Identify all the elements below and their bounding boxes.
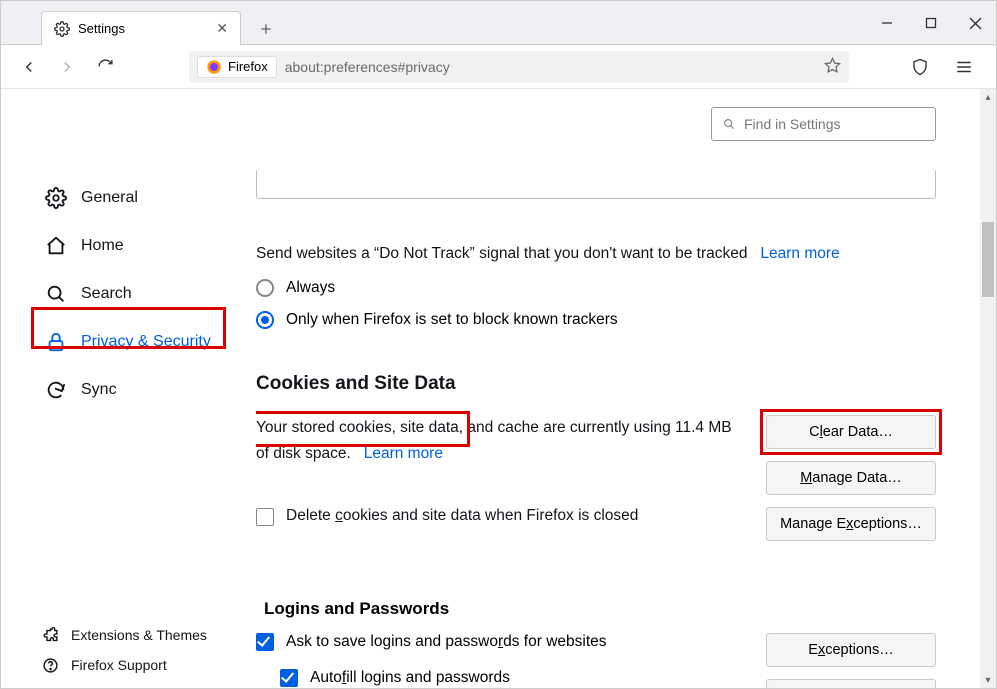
settings-sidebar: General Home Search Privacy & Security S…	[1, 89, 256, 688]
checkbox-icon	[280, 669, 298, 687]
delete-on-close-checkbox[interactable]: Delete cookies and site data when Firefo…	[256, 503, 742, 529]
tab-title: Settings	[78, 21, 125, 36]
dnt-radio-always[interactable]: Always	[256, 279, 936, 297]
settings-search-placeholder: Find in Settings	[744, 116, 841, 132]
search-icon	[45, 283, 67, 305]
site-identity[interactable]: Firefox	[197, 56, 277, 78]
settings-search-input[interactable]: Find in Settings	[711, 107, 936, 141]
dnt-description: Send websites a “Do Not Track” signal th…	[256, 243, 936, 265]
cookies-section-title: Cookies and Site Data	[256, 373, 936, 395]
search-icon	[722, 117, 736, 131]
saved-logins-button[interactable]: Saved Logins…	[766, 679, 936, 688]
navigation-toolbar: Firefox about:preferences#privacy	[1, 45, 996, 89]
checkbox-icon	[256, 633, 274, 651]
sidebar-item-general[interactable]: General	[31, 174, 242, 222]
puzzle-icon	[41, 626, 59, 644]
scroll-down-icon[interactable]: ▾	[980, 672, 996, 688]
sidebar-item-home[interactable]: Home	[31, 222, 242, 270]
ask-save-logins-checkbox[interactable]: Ask to save logins and passwords for web…	[256, 633, 742, 651]
dnt-learn-more-link[interactable]: Learn more	[760, 245, 839, 262]
partial-previous-box	[256, 169, 936, 199]
radio-label: Always	[286, 279, 335, 297]
sidebar-bottom-label: Firefox Support	[71, 657, 167, 673]
bookmark-star-icon[interactable]	[824, 57, 841, 77]
gear-icon	[45, 187, 67, 209]
sync-icon	[45, 379, 67, 401]
radio-icon	[256, 279, 274, 297]
sidebar-label: General	[81, 189, 138, 207]
help-icon	[41, 656, 59, 674]
checkbox-label: Delete cookies and site data when Firefo…	[286, 503, 638, 529]
browser-tab[interactable]: Settings ✕	[41, 11, 241, 45]
url-bar[interactable]: Firefox about:preferences#privacy	[189, 51, 849, 83]
sidebar-item-sync[interactable]: Sync	[31, 366, 242, 414]
url-text: about:preferences#privacy	[285, 59, 450, 75]
scrollbar-thumb[interactable]	[982, 222, 994, 297]
clear-data-button[interactable]: Clear Data…	[766, 415, 936, 449]
sidebar-label: Search	[81, 285, 132, 303]
sidebar-label: Home	[81, 237, 124, 255]
home-icon	[45, 235, 67, 257]
radio-icon	[256, 311, 274, 329]
lock-icon	[45, 331, 67, 353]
checkbox-label: Autofill logins and passwords	[310, 669, 510, 687]
logins-section-title: Logins and Passwords	[264, 599, 936, 619]
sidebar-bottom-label: Extensions & Themes	[71, 627, 207, 643]
settings-main: Find in Settings Send websites a “Do Not…	[256, 89, 980, 688]
manage-data-button[interactable]: Manage Data…	[766, 461, 936, 495]
window-minimize-button[interactable]	[872, 8, 902, 38]
sidebar-extensions-themes[interactable]: Extensions & Themes	[41, 626, 207, 644]
sidebar-label: Sync	[81, 381, 117, 399]
dnt-radio-only-blocking[interactable]: Only when Firefox is set to block known …	[256, 311, 936, 329]
checkbox-icon	[256, 508, 274, 526]
checkbox-label: Ask to save logins and passwords for web…	[286, 633, 607, 651]
sidebar-label: Privacy & Security	[81, 333, 211, 351]
gear-icon	[54, 21, 70, 37]
cookies-description: Your stored cookies, site data, and cach…	[256, 419, 732, 462]
vertical-scrollbar[interactable]: ▴ ▾	[980, 89, 996, 688]
sidebar-item-privacy[interactable]: Privacy & Security	[31, 318, 242, 366]
radio-label: Only when Firefox is set to block known …	[286, 311, 618, 329]
reload-button[interactable]	[91, 53, 119, 81]
tab-bar: Settings ✕	[1, 1, 996, 45]
scroll-up-icon[interactable]: ▴	[980, 89, 996, 105]
firefox-icon	[206, 59, 222, 75]
new-tab-button[interactable]	[251, 14, 281, 44]
close-tab-icon[interactable]: ✕	[216, 20, 228, 37]
site-identity-label: Firefox	[228, 59, 268, 74]
sidebar-item-search[interactable]: Search	[31, 270, 242, 318]
back-button[interactable]	[15, 53, 43, 81]
logins-exceptions-button[interactable]: Exceptions…	[766, 633, 936, 667]
autofill-logins-checkbox[interactable]: Autofill logins and passwords	[280, 669, 742, 687]
app-menu-icon[interactable]	[950, 53, 978, 81]
window-maximize-button[interactable]	[916, 8, 946, 38]
window-close-button[interactable]	[960, 8, 990, 38]
cookies-learn-more-link[interactable]: Learn more	[364, 445, 443, 462]
sidebar-firefox-support[interactable]: Firefox Support	[41, 656, 207, 674]
pocket-icon[interactable]	[906, 53, 934, 81]
manage-exceptions-button[interactable]: Manage Exceptions…	[766, 507, 936, 541]
forward-button[interactable]	[53, 53, 81, 81]
